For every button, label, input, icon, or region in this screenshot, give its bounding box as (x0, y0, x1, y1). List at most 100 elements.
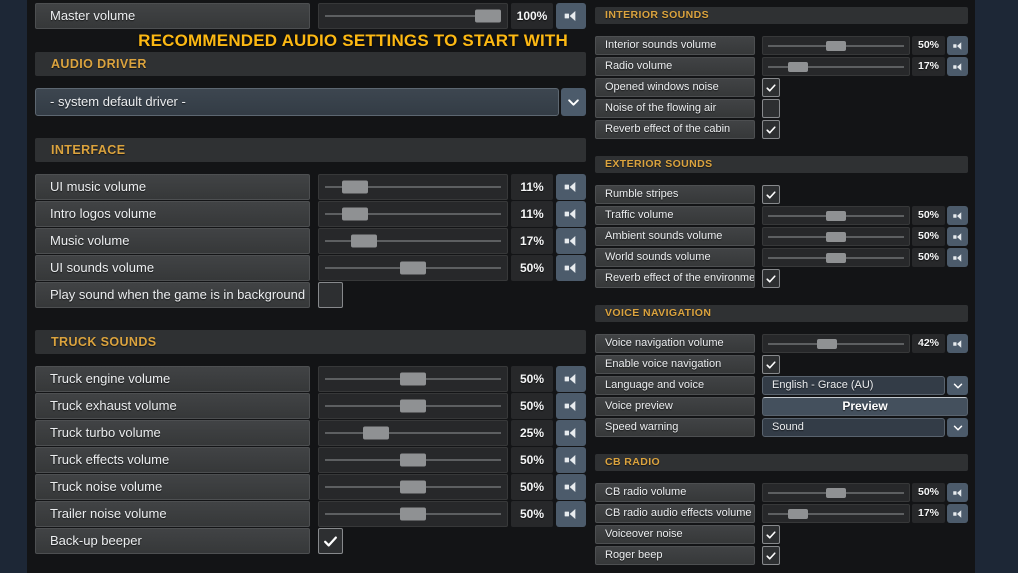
speaker-test-button[interactable] (947, 334, 968, 353)
slider-handle[interactable] (475, 9, 501, 23)
volume-slider[interactable] (318, 228, 508, 254)
slider-handle[interactable] (362, 426, 389, 440)
speaker-test-button[interactable] (947, 248, 968, 267)
speaker-test-button[interactable] (556, 228, 586, 254)
volume-slider[interactable] (762, 36, 910, 55)
slider-handle[interactable] (826, 210, 846, 221)
section-header-interior-sounds: INTERIOR SOUNDS (595, 7, 968, 24)
checkbox[interactable] (762, 99, 780, 118)
speaker-test-button[interactable] (947, 504, 968, 523)
setting-label: Interior sounds volume (595, 36, 755, 55)
slider-handle[interactable] (400, 453, 426, 467)
slider-handle[interactable] (826, 231, 846, 242)
section-audio-driver: AUDIO DRIVER - system default driver - (35, 52, 586, 116)
volume-slider[interactable] (318, 174, 508, 200)
speed-warning-dropdown[interactable]: Sound (762, 418, 945, 437)
speaker-test-button[interactable] (556, 255, 586, 281)
volume-slider[interactable] (318, 366, 508, 392)
volume-slider[interactable] (762, 227, 910, 246)
setting-label: Back-up beeper (35, 528, 310, 554)
setting-label: Voice navigation volume (595, 334, 755, 353)
volume-slider[interactable] (762, 206, 910, 225)
audio-driver-dropdown[interactable]: - system default driver - (35, 88, 559, 116)
checkbox[interactable] (762, 185, 780, 204)
checkbox[interactable] (762, 546, 780, 565)
section-voice-navigation: VOICE NAVIGATION Voice navigation volume 4… (595, 305, 968, 437)
slider-handle[interactable] (341, 180, 368, 194)
volume-slider[interactable] (762, 504, 910, 523)
checkbox[interactable] (762, 525, 780, 544)
speaker-test-button[interactable] (556, 474, 586, 500)
dropdown-chevron-button[interactable] (947, 376, 968, 395)
checkmark-icon (766, 190, 776, 199)
dropdown-chevron-button[interactable] (947, 418, 968, 437)
section-interior-sounds: INTERIOR SOUNDS Interior sounds volume 50%… (595, 7, 968, 139)
speaker-test-button[interactable] (556, 393, 586, 419)
speaker-test-button[interactable] (556, 420, 586, 446)
speaker-test-button[interactable] (556, 501, 586, 527)
volume-slider[interactable] (318, 255, 508, 281)
left-navy-panel (0, 0, 27, 573)
volume-slider[interactable] (762, 248, 910, 267)
slider-handle[interactable] (826, 40, 846, 51)
slider-handle[interactable] (816, 338, 837, 349)
volume-slider[interactable] (318, 474, 508, 500)
setting-row-truck-turbo-volume: Truck turbo volume 25% (35, 420, 586, 446)
percent-value: 50% (511, 393, 553, 419)
speaker-test-button[interactable] (947, 57, 968, 76)
speaker-icon (564, 209, 576, 219)
section-cb-radio: CB RADIO CB radio volume 50% CB radio audio… (595, 454, 968, 565)
speaker-icon (564, 401, 576, 411)
speaker-test-button[interactable] (556, 366, 586, 392)
volume-slider[interactable] (318, 393, 508, 419)
setting-label: Truck turbo volume (35, 420, 310, 446)
speaker-test-button[interactable] (556, 447, 586, 473)
slider-handle[interactable] (400, 261, 426, 275)
setting-row-truck-exhaust-volume: Truck exhaust volume 50% (35, 393, 586, 419)
speaker-test-button[interactable] (556, 201, 586, 227)
setting-label: Opened windows noise (595, 78, 755, 97)
checkbox[interactable] (318, 528, 343, 554)
slider-handle[interactable] (400, 372, 426, 386)
setting-row-back-up-beeper: Back-up beeper (35, 528, 586, 554)
checkbox[interactable] (762, 120, 780, 139)
volume-slider[interactable] (318, 447, 508, 473)
dropdown-chevron-button[interactable] (561, 88, 586, 116)
speaker-test-button[interactable] (947, 483, 968, 502)
preview-button[interactable]: Preview (762, 397, 968, 416)
slider-handle[interactable] (787, 508, 808, 519)
slider-handle[interactable] (341, 207, 368, 221)
checkbox[interactable] (762, 78, 780, 97)
slider-handle[interactable] (400, 480, 426, 494)
chevron-down-icon (568, 98, 579, 106)
setting-label: Play sound when the game is in backgroun… (35, 282, 310, 308)
speaker-test-button[interactable] (947, 227, 968, 246)
language-and-voice-dropdown[interactable]: English - Grace (AU) (762, 376, 945, 395)
volume-slider[interactable] (318, 201, 508, 227)
slider-handle[interactable] (400, 399, 426, 413)
speaker-icon (564, 509, 576, 519)
speaker-test-button[interactable] (556, 174, 586, 200)
speaker-test-button[interactable] (947, 206, 968, 225)
slider-handle[interactable] (826, 487, 846, 498)
percent-value: 25% (511, 420, 553, 446)
slider-handle[interactable] (350, 234, 377, 248)
section-header-exterior-sounds: EXTERIOR SOUNDS (595, 156, 968, 173)
setting-row-ambient-sounds-volume: Ambient sounds volume 50% (595, 227, 968, 246)
volume-slider[interactable] (762, 483, 910, 502)
checkbox[interactable] (762, 355, 780, 374)
setting-label: Speed warning (595, 418, 755, 437)
slider-handle[interactable] (400, 507, 426, 521)
checkbox[interactable] (762, 269, 780, 288)
setting-label: CB radio audio effects volume (595, 504, 755, 523)
checkbox[interactable] (318, 282, 343, 308)
volume-slider[interactable] (318, 3, 508, 29)
slider-handle[interactable] (787, 61, 808, 72)
speaker-test-button[interactable] (947, 36, 968, 55)
volume-slider[interactable] (318, 420, 508, 446)
slider-handle[interactable] (826, 252, 846, 263)
volume-slider[interactable] (762, 334, 910, 353)
volume-slider[interactable] (318, 501, 508, 527)
volume-slider[interactable] (762, 57, 910, 76)
speaker-test-button[interactable] (556, 3, 586, 29)
